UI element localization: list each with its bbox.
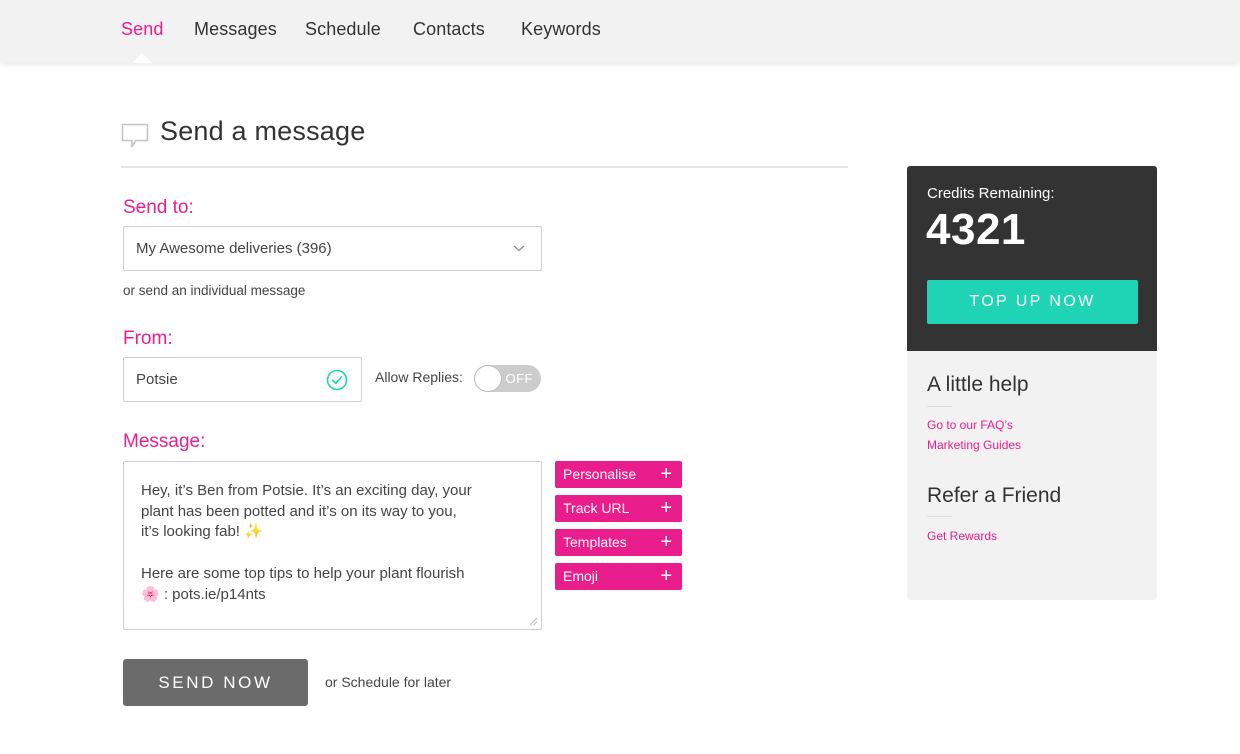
page-title: Send a message bbox=[160, 116, 366, 146]
credits-value: 4321 bbox=[926, 205, 1026, 254]
tab-schedule[interactable]: Schedule bbox=[305, 19, 381, 40]
resize-handle-icon[interactable] bbox=[528, 616, 538, 626]
top-up-button[interactable]: TOP UP NOW bbox=[927, 280, 1138, 324]
sender-name-input[interactable]: Potsie bbox=[123, 357, 362, 402]
get-rewards-link[interactable]: Get Rewards bbox=[927, 529, 997, 543]
allow-replies-label: Allow Replies: bbox=[375, 369, 463, 385]
tab-contacts[interactable]: Contacts bbox=[413, 19, 485, 40]
send-now-button[interactable]: SEND NOW bbox=[123, 659, 308, 706]
templates-label: Templates bbox=[563, 534, 627, 550]
send-to-label: Send to: bbox=[123, 197, 194, 218]
plus-icon: + bbox=[660, 497, 672, 519]
verified-check-icon bbox=[326, 369, 348, 391]
track-url-button[interactable]: Track URL + bbox=[555, 495, 682, 522]
message-textarea[interactable]: Hey, it’s Ben from Potsie. It’s an excit… bbox=[123, 461, 542, 630]
active-tab-indicator bbox=[132, 53, 152, 63]
help-panel: A little help Go to our FAQ’s Marketing … bbox=[907, 351, 1157, 600]
recipient-list-select[interactable]: My Awesome deliveries (396) bbox=[123, 226, 542, 271]
emoji-button[interactable]: Emoji + bbox=[555, 563, 682, 590]
toggle-knob bbox=[474, 365, 502, 392]
chevron-down-icon bbox=[513, 245, 525, 252]
credits-panel: Credits Remaining: 4321 TOP UP NOW bbox=[907, 166, 1157, 351]
tab-keywords[interactable]: Keywords bbox=[521, 19, 601, 40]
plus-icon: + bbox=[660, 565, 672, 587]
top-nav: Send Messages Schedule Contacts Keywords bbox=[0, 0, 1240, 63]
toggle-state: OFF bbox=[505, 371, 533, 386]
sender-name-value: Potsie bbox=[136, 371, 178, 388]
from-label: From: bbox=[123, 328, 173, 349]
personalise-label: Personalise bbox=[563, 466, 637, 482]
help-title: A little help bbox=[927, 373, 1029, 396]
track-url-label: Track URL bbox=[563, 500, 630, 516]
chat-bubble-icon bbox=[121, 123, 149, 148]
message-text: Hey, it’s Ben from Potsie. It’s an excit… bbox=[141, 482, 472, 603]
message-label: Message: bbox=[123, 431, 206, 452]
emoji-label: Emoji bbox=[563, 568, 599, 584]
allow-replies-toggle[interactable]: OFF bbox=[474, 365, 541, 392]
credits-label: Credits Remaining: bbox=[927, 185, 1055, 202]
tab-messages[interactable]: Messages bbox=[194, 19, 277, 40]
recipient-list-value: My Awesome deliveries (396) bbox=[136, 240, 332, 257]
refer-divider bbox=[927, 516, 952, 517]
refer-title: Refer a Friend bbox=[927, 484, 1062, 507]
individual-message-link[interactable]: or send an individual message bbox=[123, 283, 305, 298]
marketing-guides-link[interactable]: Marketing Guides bbox=[927, 438, 1021, 452]
schedule-later-link[interactable]: or Schedule for later bbox=[325, 674, 451, 690]
page-header: Send a message bbox=[121, 116, 848, 168]
faq-link[interactable]: Go to our FAQ’s bbox=[927, 418, 1013, 432]
plus-icon: + bbox=[660, 531, 672, 553]
templates-button[interactable]: Templates + bbox=[555, 529, 682, 556]
help-divider bbox=[927, 406, 952, 407]
plus-icon: + bbox=[660, 463, 672, 485]
personalise-button[interactable]: Personalise + bbox=[555, 461, 682, 488]
tab-send[interactable]: Send bbox=[121, 19, 163, 40]
